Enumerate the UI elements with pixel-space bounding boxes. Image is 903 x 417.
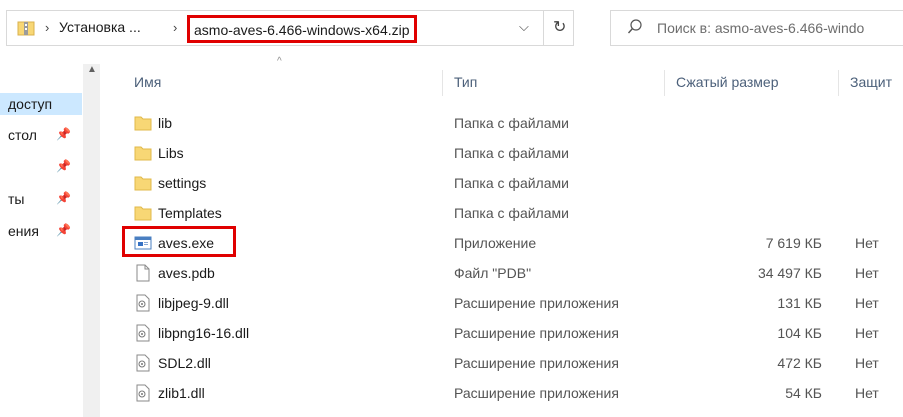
file-protected: Нет [855, 385, 879, 401]
dll-icon [136, 294, 150, 312]
file-size: 7 619 КБ [765, 235, 822, 251]
file-type: Папка с файлами [454, 175, 569, 191]
file-row-libs[interactable]: Libs Папка с файлами [100, 138, 903, 168]
column-header-compressed-size[interactable]: Сжатый размер [676, 74, 778, 104]
column-divider[interactable] [664, 70, 665, 96]
file-size: 104 КБ [777, 325, 822, 341]
column-divider[interactable] [442, 70, 443, 96]
folder-icon [134, 146, 152, 161]
file-type: Папка с файлами [454, 205, 569, 221]
file-protected: Нет [855, 355, 879, 371]
file-row-sdl2-dll[interactable]: SDL2.dll Расширение приложения 472 КБ Не… [100, 348, 903, 378]
nav-item-label: ты [8, 191, 25, 207]
file-protected: Нет [855, 325, 879, 341]
file-type: Расширение приложения [454, 325, 619, 341]
file-row-zlib1-dll[interactable]: zlib1.dll Расширение приложения 54 КБ Не… [100, 378, 903, 408]
breadcrumb-current[interactable]: asmo-aves-6.466-windows-x64.zip [187, 15, 417, 43]
file-type: Расширение приложения [454, 295, 619, 311]
column-divider[interactable] [838, 70, 839, 96]
nav-item-quick-access[interactable]: доступ [0, 93, 82, 115]
file-row-libjpeg-dll[interactable]: libjpeg-9.dll Расширение приложения 131 … [100, 288, 903, 318]
file-icon [136, 264, 150, 282]
search-box[interactable]: Поиск в: asmo-aves-6.466-windo [610, 10, 903, 46]
file-row-settings[interactable]: settings Папка с файлами [100, 168, 903, 198]
nav-item-label: ения [8, 223, 39, 239]
pin-icon: 📌 [56, 191, 71, 205]
navigation-pane: ▲ доступ стол 📌 📌 ты 📌 ения 📌 [0, 58, 100, 417]
refresh-icon[interactable]: ↻ [553, 17, 566, 37]
file-name: settings [158, 175, 207, 191]
folder-icon [134, 116, 152, 131]
address-bar[interactable]: › Установка ... › asmo-aves-6.466-window… [6, 10, 574, 46]
breadcrumb-parent[interactable]: Установка ... [59, 19, 141, 35]
file-type: Файл "PDB" [454, 265, 532, 281]
file-name: Templates [158, 205, 222, 221]
column-header-name[interactable]: Имя [134, 74, 161, 104]
file-protected: Нет [855, 295, 879, 311]
file-row-templates[interactable]: Templates Папка с файлами [100, 198, 903, 228]
breadcrumb-separator-icon: › [45, 20, 50, 35]
pin-icon: 📌 [56, 127, 71, 141]
nav-scrollbar[interactable] [83, 64, 100, 417]
folder-icon [134, 176, 152, 191]
dll-icon [136, 354, 150, 372]
zip-folder-icon [17, 21, 35, 36]
file-protected: Нет [855, 235, 879, 251]
scroll-up-icon[interactable]: ▲ [87, 64, 97, 75]
file-name: Libs [158, 145, 184, 161]
file-name: aves.pdb [158, 265, 215, 281]
file-row-lib[interactable]: lib Папка с файлами [100, 108, 903, 138]
nav-item-label: стол [8, 127, 37, 143]
file-type: Приложение [454, 235, 537, 251]
search-icon [627, 19, 642, 34]
file-type: Папка с файлами [454, 115, 569, 131]
column-header-protected[interactable]: Защит [850, 74, 892, 104]
breadcrumb-separator-icon: › [173, 20, 178, 35]
file-type: Расширение приложения [454, 385, 619, 401]
file-protected: Нет [855, 265, 879, 281]
highlight-box [122, 226, 236, 257]
divider [543, 11, 544, 45]
file-type: Расширение приложения [454, 355, 619, 371]
file-size: 34 497 КБ [757, 265, 822, 281]
file-size: 54 КБ [785, 385, 822, 401]
file-name: lib [158, 115, 173, 131]
file-name: zlib1.dll [158, 385, 205, 401]
sort-ascending-icon: ^ [277, 56, 282, 67]
file-size: 472 КБ [777, 355, 822, 371]
file-size: 131 КБ [777, 295, 822, 311]
file-name: SDL2.dll [158, 355, 211, 371]
file-row-aves-pdb[interactable]: aves.pdb Файл "PDB" 34 497 КБ Нет [100, 258, 903, 288]
file-row-libpng-dll[interactable]: libpng16-16.dll Расширение приложения 10… [100, 318, 903, 348]
search-placeholder: Поиск в: asmo-aves-6.466-windo [657, 20, 865, 36]
folder-icon [134, 206, 152, 221]
nav-item-label: доступ [8, 96, 53, 112]
dll-icon [136, 324, 150, 342]
dll-icon [136, 384, 150, 402]
pin-icon: 📌 [56, 223, 71, 237]
file-type: Папка с файлами [454, 145, 569, 161]
file-name: libpng16-16.dll [158, 325, 250, 341]
chevron-down-icon[interactable]: ⌵ [519, 19, 529, 35]
file-name: libjpeg-9.dll [158, 295, 229, 311]
pin-icon: 📌 [56, 159, 71, 173]
column-header-type[interactable]: Тип [454, 74, 477, 104]
